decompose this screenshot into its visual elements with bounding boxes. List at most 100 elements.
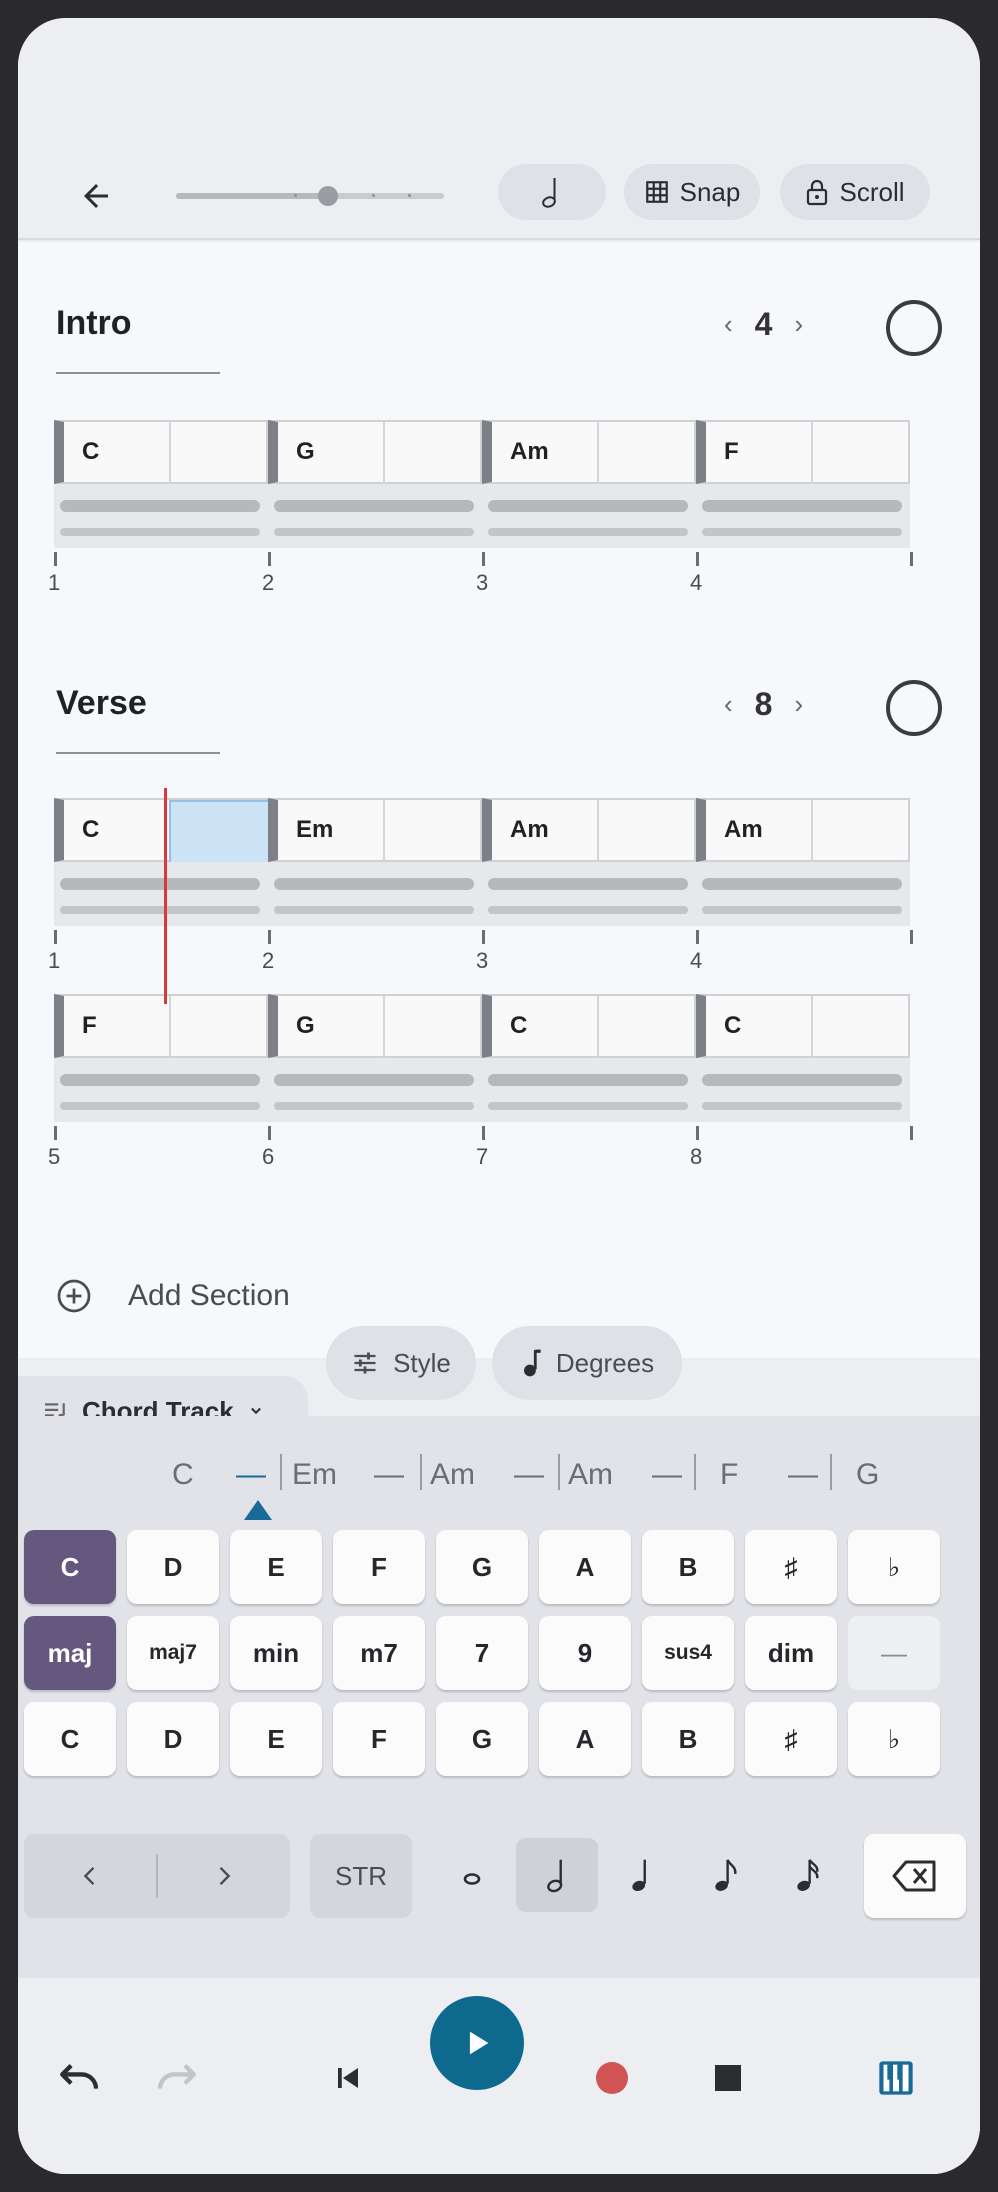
chevron-left-icon[interactable]: ‹ xyxy=(724,689,733,720)
bar[interactable]: Em xyxy=(268,798,482,926)
bar-header[interactable]: Em xyxy=(268,798,482,862)
cursor-left-button[interactable] xyxy=(24,1834,156,1918)
key-bass-sharp[interactable]: ♯ xyxy=(745,1702,837,1776)
key-root-b[interactable]: B xyxy=(642,1530,734,1604)
back-button[interactable] xyxy=(68,168,124,224)
quarter-note-button[interactable] xyxy=(612,1842,672,1908)
strip-chord[interactable]: C xyxy=(172,1458,194,1492)
half-note-button[interactable] xyxy=(528,1842,588,1908)
key-root-c[interactable]: C xyxy=(24,1530,116,1604)
strip-chord[interactable]: Am xyxy=(568,1458,613,1492)
record-button[interactable] xyxy=(582,2048,642,2108)
note-value-button[interactable] xyxy=(498,164,606,220)
bar-header[interactable]: C xyxy=(696,994,910,1058)
key-quality-9[interactable]: 9 xyxy=(539,1616,631,1690)
key-bass-b[interactable]: B xyxy=(642,1702,734,1776)
strip-hold[interactable]: — xyxy=(514,1458,544,1492)
key-quality-maj7[interactable]: maj7 xyxy=(127,1616,219,1690)
key-bass-flat[interactable]: ♭ xyxy=(848,1702,940,1776)
str-button[interactable]: STR xyxy=(310,1834,412,1918)
key-root-g[interactable]: G xyxy=(436,1530,528,1604)
bar-header[interactable]: Am xyxy=(482,420,696,484)
strip-hold[interactable]: — xyxy=(788,1458,818,1492)
bar[interactable]: C xyxy=(54,420,268,548)
tempo-slider[interactable] xyxy=(176,184,444,208)
bar[interactable]: G xyxy=(268,994,482,1122)
slider-thumb[interactable] xyxy=(318,186,338,206)
playhead[interactable] xyxy=(164,788,167,1004)
bar[interactable]: F xyxy=(54,994,268,1122)
bar-count-stepper[interactable]: ‹ 8 › xyxy=(724,686,803,723)
key-root-sharp[interactable]: ♯ xyxy=(745,1530,837,1604)
key-root-a[interactable]: A xyxy=(539,1530,631,1604)
scroll-toggle[interactable]: Scroll xyxy=(780,164,930,220)
eighth-note-button[interactable] xyxy=(696,1842,756,1908)
section-title[interactable]: Verse xyxy=(56,684,147,723)
sixteenth-note-button[interactable] xyxy=(778,1842,838,1908)
bar-header[interactable]: G xyxy=(268,994,482,1058)
key-bass-d[interactable]: D xyxy=(127,1702,219,1776)
bar-header[interactable]: C xyxy=(54,420,268,484)
section-select-circle[interactable] xyxy=(886,300,942,356)
bar-header[interactable]: F xyxy=(696,420,910,484)
key-quality-dim[interactable]: dim xyxy=(745,1616,837,1690)
cursor-right-button[interactable] xyxy=(158,1834,290,1918)
strip-hold[interactable]: — xyxy=(236,1458,266,1492)
bar[interactable]: Am xyxy=(482,798,696,926)
key-root-flat[interactable]: ♭ xyxy=(848,1530,940,1604)
chevron-left-icon[interactable]: ‹ xyxy=(724,309,733,340)
key-quality-7[interactable]: 7 xyxy=(436,1616,528,1690)
key-bass-e[interactable]: E xyxy=(230,1702,322,1776)
key-bass-c[interactable]: C xyxy=(24,1702,116,1776)
bar[interactable]: G xyxy=(268,420,482,548)
bar-header[interactable]: Am xyxy=(482,798,696,862)
chord-sequence-strip[interactable]: C — Em — Am — Am — F — G xyxy=(18,1440,980,1510)
strip-hold[interactable]: — xyxy=(374,1458,404,1492)
whole-note-button[interactable] xyxy=(442,1842,502,1908)
key-bass-g[interactable]: G xyxy=(436,1702,528,1776)
style-tab[interactable]: Style xyxy=(326,1326,476,1400)
section-title[interactable]: Intro xyxy=(56,304,132,343)
key-quality-min[interactable]: min xyxy=(230,1616,322,1690)
chevron-right-icon[interactable]: › xyxy=(794,689,803,720)
strip-chord[interactable]: G xyxy=(856,1458,879,1492)
key-root-f[interactable]: F xyxy=(333,1530,425,1604)
bar-header[interactable]: C xyxy=(482,994,696,1058)
section-select-circle[interactable] xyxy=(886,680,942,736)
bar-header[interactable]: G xyxy=(268,420,482,484)
strip-chord[interactable]: Em xyxy=(292,1458,337,1492)
backspace-button[interactable] xyxy=(864,1834,966,1918)
bar[interactable]: Am xyxy=(696,798,910,926)
bar[interactable]: F xyxy=(696,420,910,548)
skip-to-start-button[interactable] xyxy=(318,2048,378,2108)
redo-button[interactable] xyxy=(146,2048,206,2108)
bar-count-stepper[interactable]: ‹ 4 › xyxy=(724,306,803,343)
degrees-tab[interactable]: Degrees xyxy=(492,1326,682,1400)
key-quality-none[interactable]: — xyxy=(848,1616,940,1690)
bar-header[interactable]: C xyxy=(54,798,278,864)
key-bass-f[interactable]: F xyxy=(333,1702,425,1776)
key-quality-maj[interactable]: maj xyxy=(24,1616,116,1690)
add-section-button[interactable]: Add Section xyxy=(56,1278,290,1314)
key-quality-sus4[interactable]: sus4 xyxy=(642,1616,734,1690)
bar[interactable]: C xyxy=(696,994,910,1122)
bar[interactable]: C xyxy=(482,994,696,1122)
stop-button[interactable] xyxy=(698,2048,758,2108)
undo-button[interactable] xyxy=(50,2048,110,2108)
key-root-d[interactable]: D xyxy=(127,1530,219,1604)
bar-header[interactable]: F xyxy=(54,994,268,1058)
bar-header[interactable]: Am xyxy=(696,798,910,862)
strip-hold[interactable]: — xyxy=(652,1458,682,1492)
keyboard-toggle-button[interactable] xyxy=(864,2046,928,2110)
selected-beat[interactable] xyxy=(169,800,278,864)
key-quality-m7[interactable]: m7 xyxy=(333,1616,425,1690)
key-root-e[interactable]: E xyxy=(230,1530,322,1604)
bar[interactable]: C xyxy=(54,798,278,926)
key-bass-a[interactable]: A xyxy=(539,1702,631,1776)
chevron-right-icon[interactable]: › xyxy=(794,309,803,340)
strip-chord[interactable]: F xyxy=(720,1458,738,1492)
bar[interactable]: Am xyxy=(482,420,696,548)
snap-toggle[interactable]: Snap xyxy=(624,164,760,220)
play-button[interactable] xyxy=(430,1996,524,2090)
strip-chord[interactable]: Am xyxy=(430,1458,475,1492)
